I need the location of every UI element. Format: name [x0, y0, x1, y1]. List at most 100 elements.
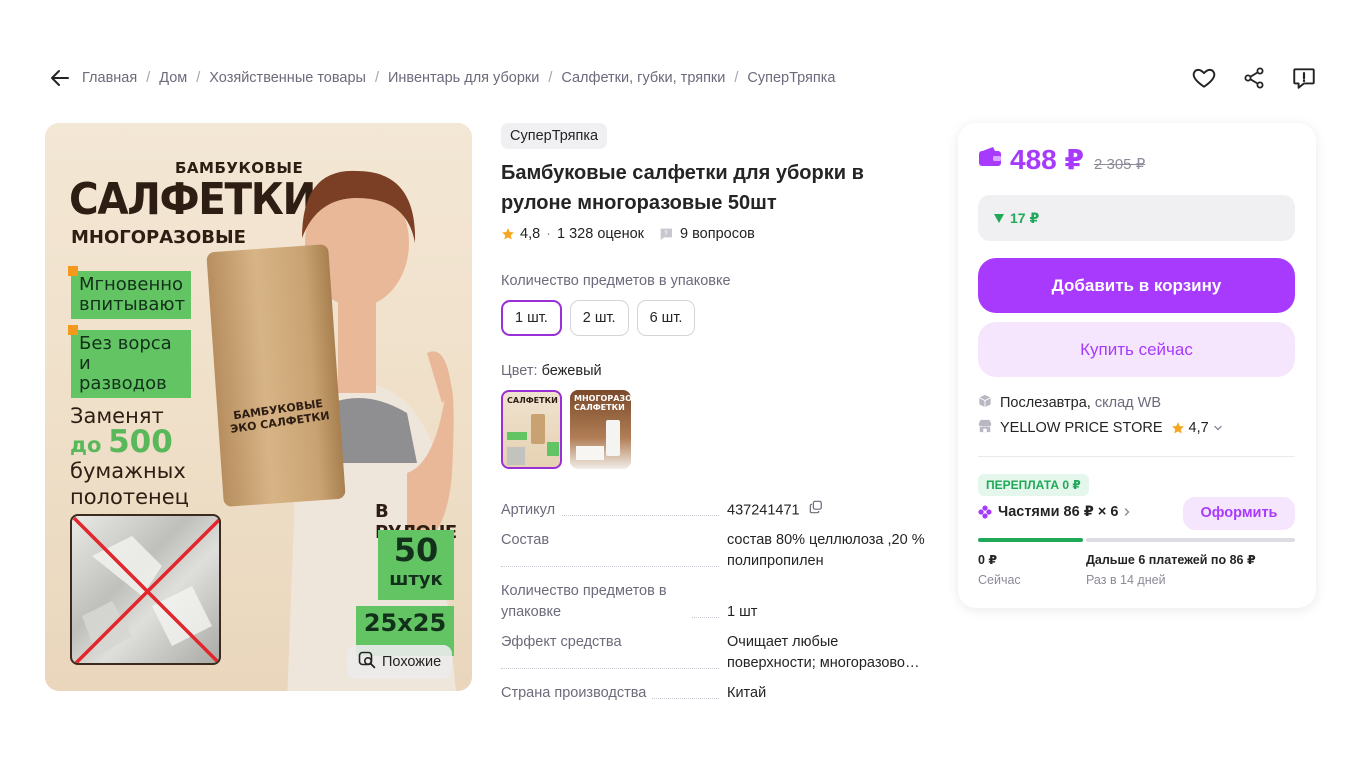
store-link[interactable]: YELLOW PRICE STORE 4,7 — [978, 419, 1223, 437]
report-icon[interactable] — [1290, 64, 1318, 92]
rating-value: 4,8 — [520, 226, 541, 242]
similar-label: Похожие — [382, 654, 442, 670]
rating-row: 4,8 · 1 328 оценок ? 9 вопросов — [501, 226, 755, 242]
image-badge-absorb: Мгновенно впитывают — [68, 266, 191, 319]
payment-progress-current — [978, 538, 1083, 542]
badge-line: Мгновенно — [79, 274, 184, 295]
breadcrumb: Главная / Дом / Хозяйственные товары / И… — [48, 66, 835, 90]
article-number[interactable]: 437241471 — [727, 502, 800, 518]
spec-value: состав 80% целлюлоза ,20 % полипропилен — [727, 532, 925, 570]
pay-now-amount: 0 ₽ — [978, 553, 998, 567]
paper-roll-image — [206, 244, 346, 507]
spec-value: Очищает любые поверхности; многоразово… — [727, 634, 920, 672]
pay-later-amount: Дальше 6 платежей по 86 ₽ — [1086, 553, 1256, 567]
pay-now-label: Сейчас — [978, 573, 1021, 587]
count-number: 50 — [393, 531, 439, 569]
installments-label: Частями 86 ₽ × 6 — [998, 504, 1119, 520]
spec-key: Состав — [501, 530, 727, 572]
search-similar-icon — [358, 651, 376, 673]
copy-icon[interactable] — [809, 500, 823, 521]
price-row: 488 ₽ 2 305 ₽ — [978, 143, 1145, 176]
buy-now-button[interactable]: Купить сейчас — [978, 322, 1295, 377]
spec-key: Количество предметов в упаковке — [501, 581, 727, 624]
similar-button[interactable]: Похожие — [347, 645, 453, 679]
share-icon[interactable] — [1240, 64, 1268, 92]
spec-row: Артикул 437241471 — [501, 500, 931, 521]
star-icon — [1171, 421, 1185, 435]
badge-line: впитывают — [79, 294, 186, 315]
top-actions — [1190, 64, 1318, 92]
spec-key: Эффект средства — [501, 632, 727, 674]
color-label-value: бежевый — [541, 363, 602, 379]
discount-box[interactable]: 17 ₽ — [978, 195, 1295, 241]
breadcrumb-separator: / — [734, 70, 739, 86]
divider — [978, 456, 1295, 457]
breadcrumb-separator: / — [374, 70, 379, 86]
box-icon — [978, 394, 992, 412]
qty-label: Количество предметов в упаковке — [501, 273, 731, 289]
wallet-icon — [978, 146, 1002, 173]
image-subtitle-bottom: МНОГОРАЗОВЫЕ — [71, 227, 246, 248]
image-replace-text: Заменят до 500 бумажных полотенец — [70, 403, 189, 510]
star-icon — [501, 227, 515, 241]
breadcrumb-separator: / — [146, 70, 151, 86]
pay-later: Дальше 6 платежей по 86 ₽ Раз в 14 дней — [1086, 551, 1256, 591]
color-swatch-white[interactable]: МНОГОРАЗОВЫЕ САЛФЕТКИ — [570, 390, 631, 469]
questions-link[interactable]: 9 вопросов — [680, 226, 755, 242]
color-swatch-beige[interactable]: САЛФЕТКИ — [501, 390, 562, 469]
price-card: 488 ₽ 2 305 ₽ 17 ₽ Добавить в корзину Ку… — [958, 123, 1316, 608]
qty-option-2[interactable]: 2 шт. — [569, 300, 629, 336]
spec-row: Состав состав 80% целлюлоза ,20 % полипр… — [501, 530, 931, 572]
spec-key: Артикул — [501, 500, 727, 521]
heart-icon[interactable] — [1190, 64, 1218, 92]
color-label: Цвет: бежевый — [501, 363, 602, 379]
question-bubble-icon: ? — [658, 226, 674, 242]
installment-icon — [978, 505, 992, 519]
add-to-cart-button[interactable]: Добавить в корзину — [978, 258, 1295, 313]
back-arrow-icon[interactable] — [48, 66, 72, 90]
spec-row: Количество предметов в упаковке 1 шт — [501, 581, 931, 624]
product-image[interactable]: БАМБУКОВЫЕ САЛФЕТКИ МНОГОРАЗОВЫЕ Мгновен… — [45, 123, 472, 691]
breadcrumb-list: Главная / Дом / Хозяйственные товары / И… — [82, 70, 835, 86]
spec-value: 437241471 — [727, 500, 931, 521]
pay-later-label: Раз в 14 дней — [1086, 573, 1166, 587]
store-rating: 4,7 — [1188, 420, 1209, 436]
spec-value: Китай — [727, 685, 767, 702]
breadcrumb-separator: / — [196, 70, 201, 86]
badge-line: и разводов — [79, 353, 167, 394]
qty-option-1[interactable]: 1 шт. — [501, 300, 562, 336]
replace-prefix: до — [70, 433, 102, 457]
installments-link[interactable]: Частями 86 ₽ × 6 — [978, 504, 1132, 520]
crossed-paper-towels-image — [70, 514, 221, 665]
spec-row: Страна производства Китай — [501, 683, 931, 704]
product-title: Бамбуковые салфетки для уборки в рулоне … — [501, 162, 864, 214]
breadcrumb-item[interactable]: Дом — [159, 70, 187, 86]
replace-line: полотенец — [70, 485, 189, 509]
delivery-day: Послезавтра, — [1000, 395, 1091, 411]
spec-key: Страна производства — [501, 683, 727, 704]
svg-text:?: ? — [664, 229, 668, 237]
breadcrumb-item[interactable]: Хозяйственные товары — [209, 70, 366, 86]
reviews-link[interactable]: 1 328 оценок — [557, 226, 644, 242]
color-label-key: Цвет: — [501, 363, 538, 379]
breadcrumb-item[interactable]: Инвентарь для уборки — [388, 70, 539, 86]
delivery-warehouse: склад WB — [1094, 395, 1162, 411]
breadcrumb-item[interactable]: Салфетки, губки, тряпки — [561, 70, 725, 86]
spec-value: 1 шт — [727, 604, 758, 621]
breadcrumb-separator: / — [548, 70, 553, 86]
rating-separator: · — [546, 226, 552, 242]
discount-amount: 17 ₽ — [1010, 209, 1040, 226]
payment-progress-remaining — [1086, 538, 1295, 542]
specs-list: Артикул 437241471 Состав состав 80% целл… — [501, 500, 931, 713]
old-price: 2 305 ₽ — [1093, 156, 1146, 173]
qty-option-6[interactable]: 6 шт. — [636, 300, 696, 336]
brand-chip[interactable]: СуперТряпка — [501, 123, 608, 149]
image-count-badge: 50 штук — [378, 530, 454, 600]
breadcrumb-item[interactable]: СуперТряпка — [747, 70, 835, 86]
current-price: 488 ₽ — [1010, 144, 1084, 175]
color-swatches: САЛФЕТКИ МНОГОРАЗОВЫЕ САЛФЕТКИ — [501, 390, 631, 469]
chevron-down-icon — [1213, 423, 1223, 433]
breadcrumb-item[interactable]: Главная — [82, 70, 137, 86]
pay-now: 0 ₽ Сейчас — [978, 551, 1021, 591]
order-installments-button[interactable]: Оформить — [1183, 497, 1295, 530]
